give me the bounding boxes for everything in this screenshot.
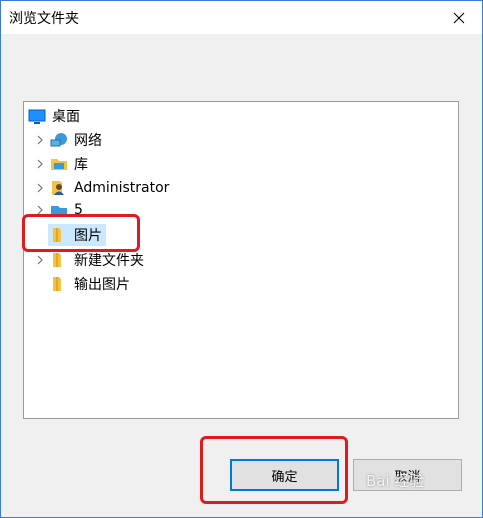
annotation-highlight-pictures <box>22 214 140 252</box>
chevron-right-icon[interactable] <box>34 129 46 151</box>
folder-icon <box>50 275 68 293</box>
tree-item-desktop[interactable]: 桌面 <box>28 105 80 127</box>
chevron-right-icon[interactable] <box>34 153 46 175</box>
tree-item-label: 桌面 <box>52 109 80 125</box>
user-folder-icon <box>50 179 68 197</box>
folder-icon <box>50 251 68 269</box>
tree-item-network[interactable]: 网络 <box>34 129 102 151</box>
watermark: Bai 经验 <box>366 472 425 490</box>
tree-item-label: 库 <box>74 157 88 173</box>
tree-item-new-folder[interactable]: 新建文件夹 <box>34 249 144 271</box>
dialog-title: 浏览文件夹 <box>9 11 79 27</box>
tree-item-label: 新建文件夹 <box>74 253 144 269</box>
library-icon <box>50 155 68 173</box>
tree-item-administrator[interactable]: Administrator <box>34 177 169 199</box>
desktop-icon <box>28 107 46 125</box>
tree-item-label: Administrator <box>74 180 170 196</box>
network-icon <box>50 131 68 149</box>
title-bar: 浏览文件夹 <box>1 1 482 34</box>
close-icon <box>453 12 465 23</box>
annotation-highlight-ok <box>200 436 348 504</box>
close-button[interactable] <box>436 1 482 34</box>
tree-item-label: 网络 <box>74 133 102 149</box>
tree-item-label: 输出图片 <box>74 277 130 293</box>
tree-item-output-pictures[interactable]: 输出图片 <box>50 273 130 295</box>
chevron-right-icon[interactable] <box>34 249 46 271</box>
chevron-right-icon[interactable] <box>34 177 46 199</box>
folder-tree[interactable]: 桌面 网络 库 Administrator 5 图片 新建文件夹 输出图片 <box>23 101 459 419</box>
tree-item-library[interactable]: 库 <box>34 153 88 175</box>
